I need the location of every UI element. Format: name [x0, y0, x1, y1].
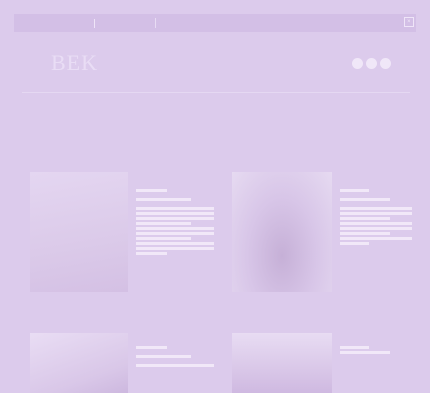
social-icon-3[interactable] [380, 58, 391, 69]
social-links [352, 58, 391, 69]
social-icon-1[interactable] [352, 58, 363, 69]
close-icon[interactable]: × [404, 17, 414, 27]
section-2 [232, 157, 412, 297]
section-4-image[interactable] [232, 333, 332, 393]
site-logo: BEK [51, 50, 98, 75]
category-navigation [22, 120, 410, 134]
site-brand[interactable]: BEK [51, 50, 104, 76]
section-2-image[interactable] [232, 172, 332, 292]
topnav-divider [94, 18, 95, 28]
social-icon-2[interactable] [366, 58, 377, 69]
section-4 [232, 318, 412, 393]
page-root: × BEK [0, 0, 430, 393]
section-3-image[interactable] [30, 333, 128, 393]
section-3-text [136, 340, 214, 369]
search-input[interactable] [155, 18, 220, 28]
section-2-text [340, 183, 412, 247]
section-3 [30, 318, 215, 393]
section-1-text [136, 183, 214, 257]
section-1-image[interactable] [30, 172, 128, 292]
top-navigation: × [14, 14, 416, 32]
section-4-text [340, 340, 412, 356]
section-1 [30, 157, 215, 297]
header-divider [22, 92, 410, 93]
